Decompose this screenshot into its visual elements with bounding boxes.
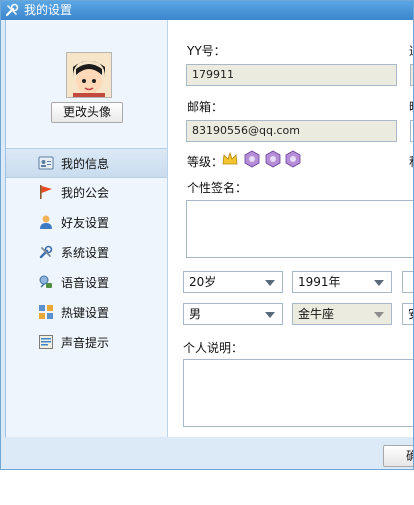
description-label: 个人说明： xyxy=(183,341,244,355)
chevron-down-icon xyxy=(374,280,384,286)
tools-icon xyxy=(39,245,53,259)
gender-select[interactable]: 男 xyxy=(183,303,283,325)
sidebar-item-sound-prompt[interactable]: 声音提示 xyxy=(6,328,167,358)
email-label: 邮箱： xyxy=(187,100,224,114)
location-value: 安 xyxy=(408,307,413,321)
birth-year-value: 1991年 xyxy=(298,275,341,289)
zodiac-value: 金牛座 xyxy=(298,307,335,321)
chevron-down-icon xyxy=(374,312,384,318)
location-select[interactable]: 安 xyxy=(402,303,413,325)
zodiac-select: 金牛座 xyxy=(292,303,392,325)
chevron-down-icon xyxy=(265,280,275,286)
settings-window: 我的设置 更改头像 我的信息 我的公会 好友设置 系统设置 语音设置 热键设置 … xyxy=(0,0,414,470)
right-column-label-3: 积 xyxy=(409,153,413,170)
confirm-button[interactable]: 确 xyxy=(383,445,413,467)
right-column-label-1: 通 xyxy=(409,42,413,59)
description-textarea[interactable] xyxy=(183,359,413,427)
hotkey-icon xyxy=(39,305,53,319)
sidebar-nav: 我的信息 我的公会 好友设置 系统设置 语音设置 热键设置 声音提示 xyxy=(6,148,167,358)
sidebar-item-label: 好友设置 xyxy=(61,216,110,230)
moon-badge-icon xyxy=(265,150,281,168)
right-column-field-2[interactable] xyxy=(410,120,413,142)
voice-icon xyxy=(39,275,52,288)
sidebar-item-hotkey-settings[interactable]: 热键设置 xyxy=(6,298,167,328)
moon-badge-icon xyxy=(286,150,301,168)
email-field[interactable]: 83190556@qq.com xyxy=(186,120,397,142)
yy-number-field[interactable]: 179911 xyxy=(186,64,397,86)
sidebar: 更改头像 我的信息 我的公会 好友设置 系统设置 语音设置 热键设置 声音提示 xyxy=(6,20,168,437)
birth-month-select[interactable] xyxy=(402,271,413,293)
signature-textarea[interactable] xyxy=(186,200,413,258)
age-value: 20岁 xyxy=(189,275,217,289)
avatar-image xyxy=(67,53,111,97)
tools-icon xyxy=(5,3,19,17)
signature-label: 个性签名： xyxy=(187,181,248,195)
level-label: 等级： xyxy=(187,155,224,169)
yy-number-label: YY号： xyxy=(187,44,226,58)
avatar xyxy=(66,52,112,98)
sidebar-item-label: 语音设置 xyxy=(61,276,110,290)
gender-value: 男 xyxy=(189,307,202,321)
flag-icon xyxy=(40,185,52,199)
sidebar-item-my-info[interactable]: 我的信息 xyxy=(6,148,167,178)
confirm-label: 确 xyxy=(406,449,413,463)
right-column-label-2: 昵 xyxy=(409,98,413,115)
crown-icon xyxy=(222,151,238,165)
moon-badge-icon xyxy=(244,150,260,168)
birth-year-select[interactable]: 1991年 xyxy=(292,271,392,293)
sidebar-item-label: 我的信息 xyxy=(61,157,110,171)
id-card-icon xyxy=(38,156,54,170)
right-column-field-1[interactable] xyxy=(410,64,413,86)
sidebar-item-friend-settings[interactable]: 好友设置 xyxy=(6,208,167,238)
window-title: 我的设置 xyxy=(24,3,73,17)
sidebar-item-label: 系统设置 xyxy=(61,246,110,260)
sidebar-item-system-settings[interactable]: 系统设置 xyxy=(6,238,167,268)
sidebar-item-my-guild[interactable]: 我的公会 xyxy=(6,178,167,208)
sidebar-item-label: 我的公会 xyxy=(61,186,110,200)
sidebar-item-voice-settings[interactable]: 语音设置 xyxy=(6,268,167,298)
title-bar[interactable]: 我的设置 xyxy=(1,1,413,20)
level-badges xyxy=(221,150,302,168)
sidebar-item-label: 热键设置 xyxy=(61,306,110,320)
chevron-down-icon xyxy=(265,312,275,318)
sound-prompt-icon xyxy=(39,335,53,349)
change-avatar-button[interactable]: 更改头像 xyxy=(51,102,123,123)
user-icon xyxy=(40,215,52,229)
age-select[interactable]: 20岁 xyxy=(183,271,283,293)
sidebar-item-label: 声音提示 xyxy=(61,336,110,350)
